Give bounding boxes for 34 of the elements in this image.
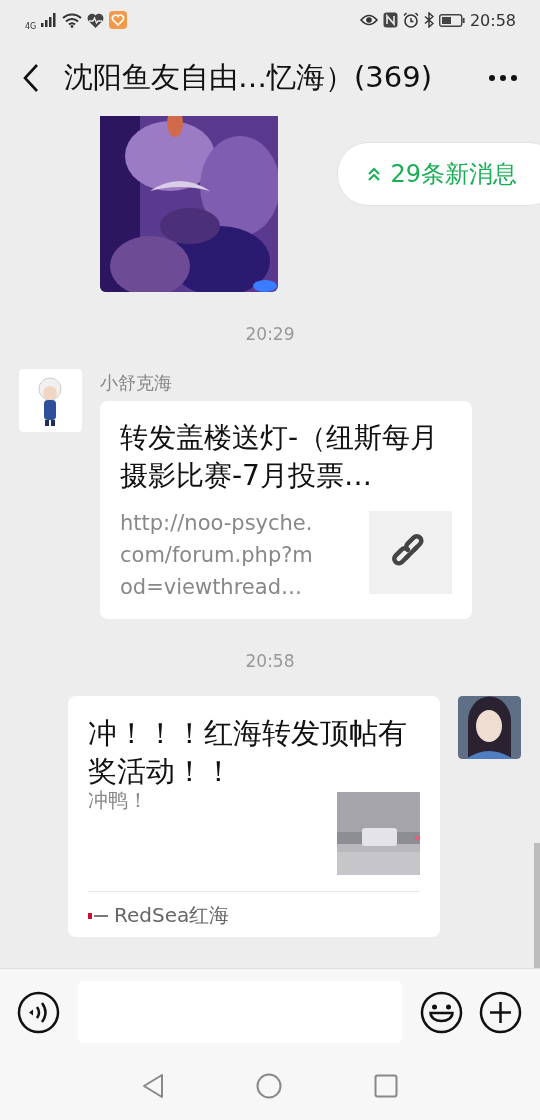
- timestamp: 20:29: [244, 324, 296, 344]
- app-notification-icon: [109, 11, 128, 29]
- bluetooth-icon: [423, 12, 434, 28]
- signal-icon: [41, 13, 58, 27]
- battery-icon: [438, 13, 465, 27]
- scrollbar[interactable]: [534, 843, 540, 968]
- source-name: RedSea红海: [114, 902, 230, 929]
- alarm-icon: [402, 12, 419, 28]
- link-description: 冲鸭！: [88, 787, 148, 814]
- eye-icon: [359, 14, 378, 26]
- avatar[interactable]: [458, 696, 521, 759]
- wifi-icon: [62, 12, 83, 28]
- emoji-icon[interactable]: [420, 990, 463, 1034]
- sender-name: 小舒克海: [100, 371, 173, 395]
- link-card[interactable]: 转发盖楼送灯-（纽斯每月摄影比赛-7月投票… http://noo-psyche.com/forum.php?mod=viewthread…: [100, 401, 472, 619]
- double-chevron-up-icon: [368, 167, 381, 181]
- voice-icon[interactable]: [17, 990, 60, 1034]
- network-type: 4G: [25, 21, 37, 31]
- back-icon[interactable]: [22, 63, 40, 93]
- heart-icon: [87, 12, 105, 28]
- source-logo-icon: [88, 911, 108, 920]
- home-icon[interactable]: [256, 1072, 282, 1099]
- link-title: 转发盖楼送灯-（纽斯每月摄影比赛-7月投票…: [120, 420, 440, 494]
- timestamp: 20:58: [244, 651, 296, 671]
- nfc-icon: [382, 12, 398, 28]
- clock-time: 20:58: [469, 10, 516, 30]
- recent-apps-icon[interactable]: [374, 1073, 398, 1098]
- link-description: http://noo-psyche.com/forum.php?mod=viewthread…: [120, 510, 314, 601]
- link-card[interactable]: 冲！！！红海转发顶帖有奖活动！！ 冲鸭！ RedSea红海: [68, 696, 440, 937]
- chat-title: 沈阳鱼友自由…忆海）(369): [64, 59, 433, 96]
- avatar[interactable]: [19, 369, 82, 432]
- add-icon[interactable]: [479, 990, 522, 1034]
- link-title: 冲！！！红海转发顶帖有奖活动！！: [88, 715, 408, 790]
- more-icon[interactable]: [488, 74, 518, 82]
